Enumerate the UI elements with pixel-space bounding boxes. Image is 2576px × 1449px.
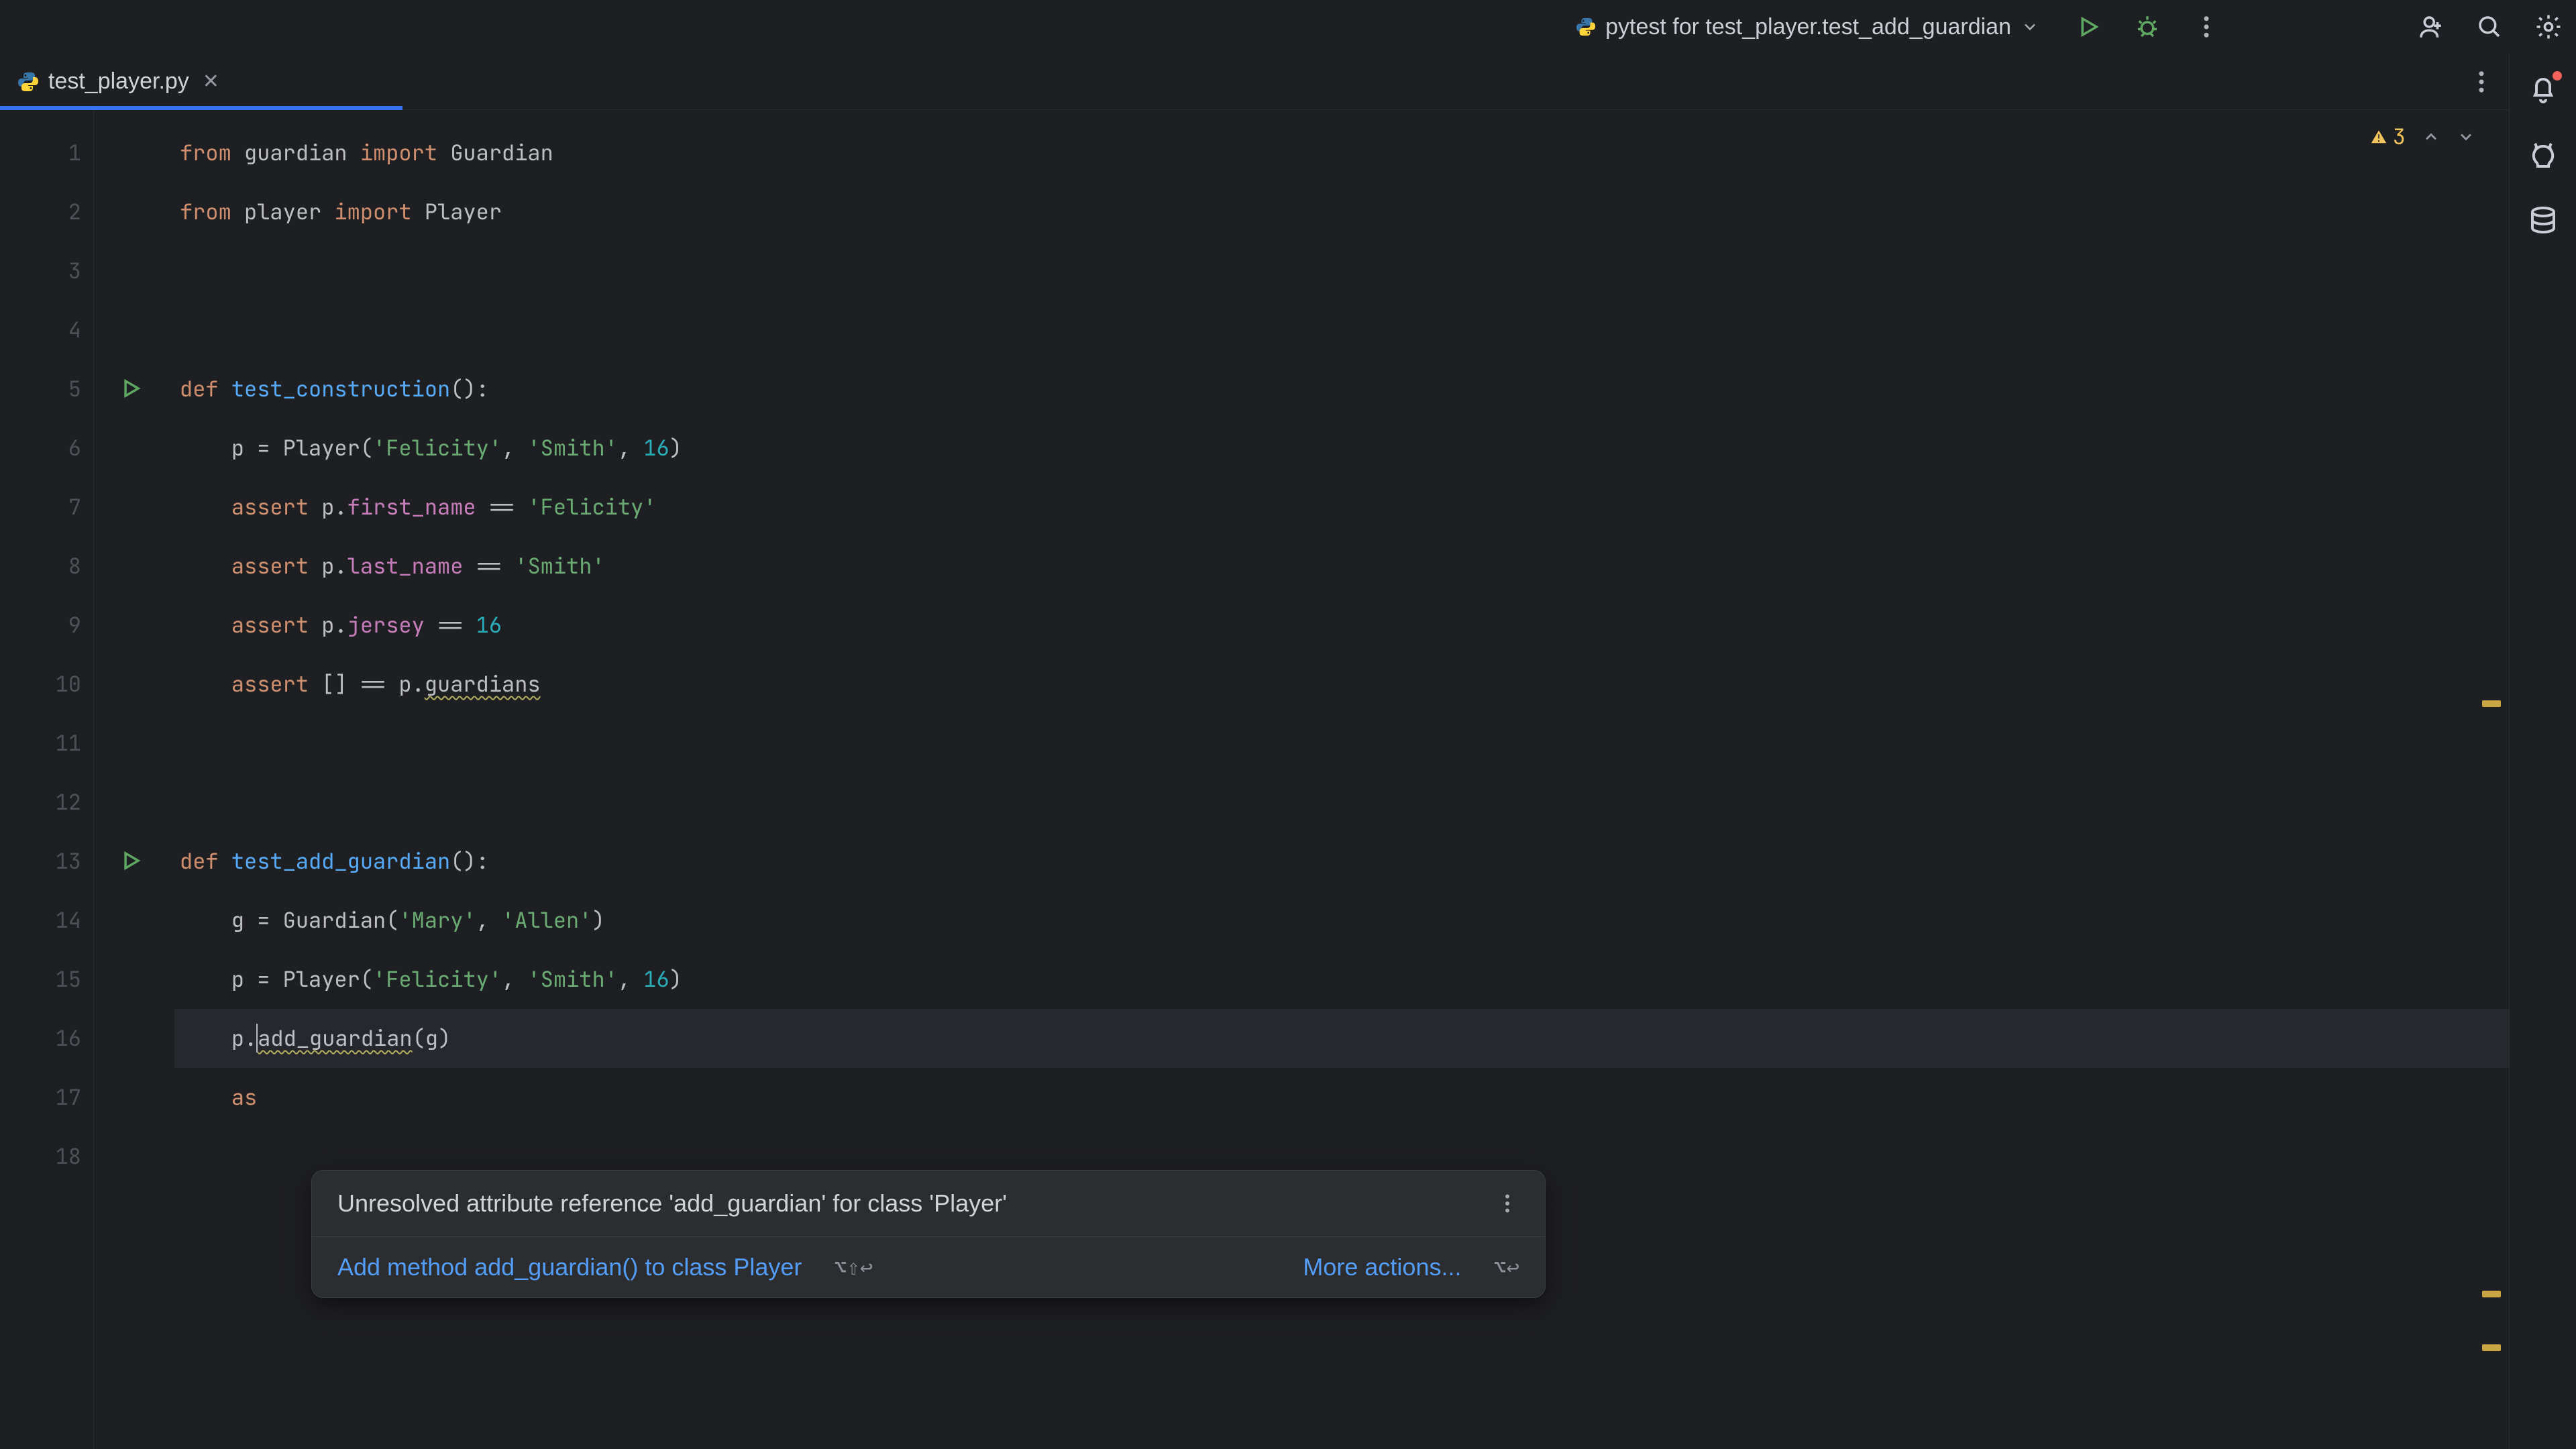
line-number: 6 xyxy=(0,419,81,478)
code-line[interactable] xyxy=(174,714,2509,773)
code-line[interactable]: def test_construction(): xyxy=(174,360,2509,419)
code-line[interactable] xyxy=(174,241,2509,301)
code-line[interactable]: assert p.jersey == 16 xyxy=(174,596,2509,655)
code-line[interactable]: assert p.first_name == 'Felicity' xyxy=(174,478,2509,537)
line-number-gutter: 123456789101112131415161718 xyxy=(0,110,94,1449)
line-number: 18 xyxy=(0,1127,81,1186)
tab-close-icon[interactable]: ✕ xyxy=(203,70,219,93)
warning-icon: 3 xyxy=(2369,122,2406,151)
line-number: 13 xyxy=(0,832,81,891)
inspection-message: Unresolved attribute reference 'add_guar… xyxy=(337,1189,1007,1218)
tab-more-icon[interactable] xyxy=(2467,68,2496,96)
line-number: 7 xyxy=(0,478,81,537)
main-toolbar: pytest for test_player.test_add_guardian xyxy=(0,0,2576,54)
error-stripe[interactable] xyxy=(2485,110,2501,1449)
line-number: 12 xyxy=(0,773,81,832)
run-configuration-selector[interactable]: pytest for test_player.test_add_guardian xyxy=(1565,10,2050,44)
popup-more-icon[interactable] xyxy=(1495,1191,1519,1216)
code-line[interactable]: as xyxy=(174,1068,2509,1127)
debug-button[interactable] xyxy=(2133,13,2161,41)
line-number: 4 xyxy=(0,301,81,360)
quick-fix-add-method[interactable]: Add method add_guardian() to class Playe… xyxy=(337,1253,802,1281)
tab-filename: test_player.py xyxy=(48,68,189,95)
line-number: 1 xyxy=(0,123,81,182)
settings-icon[interactable] xyxy=(2534,13,2563,41)
python-icon xyxy=(1576,17,1596,37)
code-line[interactable]: p.add_guardian(g) xyxy=(174,1009,2509,1068)
line-number: 15 xyxy=(0,950,81,1009)
code-line[interactable]: g = Guardian('Mary', 'Allen') xyxy=(174,891,2509,950)
code-line[interactable]: p = Player('Felicity', 'Smith', 16) xyxy=(174,419,2509,478)
warning-marker[interactable] xyxy=(2482,700,2501,707)
toolbar-actions xyxy=(2074,13,2563,41)
run-test-gutter-icon[interactable] xyxy=(118,376,144,401)
file-tab[interactable]: test_player.py ✕ xyxy=(0,54,237,109)
inspection-widget[interactable]: 3 xyxy=(2369,122,2475,151)
code-line[interactable] xyxy=(174,301,2509,360)
code-line[interactable]: p = Player('Felicity', 'Smith', 16) xyxy=(174,950,2509,1009)
line-number: 2 xyxy=(0,182,81,241)
line-number: 9 xyxy=(0,596,81,655)
run-configuration-label: pytest for test_player.test_add_guardian xyxy=(1605,14,2011,40)
warning-marker[interactable] xyxy=(2482,1291,2501,1297)
run-test-gutter-icon[interactable] xyxy=(118,848,144,873)
notification-dot xyxy=(2553,71,2562,80)
database-icon[interactable] xyxy=(2527,205,2559,237)
code-with-me-icon[interactable] xyxy=(2416,13,2445,41)
line-number: 14 xyxy=(0,891,81,950)
run-button[interactable] xyxy=(2074,13,2102,41)
line-number: 3 xyxy=(0,241,81,301)
warning-count: 3 xyxy=(2393,122,2406,151)
code-line[interactable]: assert [] == p.guardians xyxy=(174,655,2509,714)
line-number: 17 xyxy=(0,1068,81,1127)
prev-highlight-icon[interactable] xyxy=(2422,127,2440,146)
ai-assistant-icon[interactable] xyxy=(2527,140,2559,172)
line-number: 10 xyxy=(0,655,81,714)
line-number: 5 xyxy=(0,360,81,419)
code-line[interactable] xyxy=(174,773,2509,832)
line-number: 11 xyxy=(0,714,81,773)
code-line[interactable]: from player import Player xyxy=(174,182,2509,241)
line-number: 16 xyxy=(0,1009,81,1068)
inspection-popup: Unresolved attribute reference 'add_guar… xyxy=(311,1170,1546,1298)
notifications-icon[interactable] xyxy=(2527,74,2559,106)
more-actions-link[interactable]: More actions... xyxy=(1303,1253,1461,1281)
run-gutter xyxy=(94,110,174,1449)
right-tool-rail xyxy=(2509,54,2576,1449)
more-shortcut: ⌥↩ xyxy=(1493,1254,1519,1280)
more-actions-icon[interactable] xyxy=(2192,13,2220,41)
fix-shortcut: ⌥⇧↩ xyxy=(834,1254,873,1280)
search-everywhere-icon[interactable] xyxy=(2475,13,2504,41)
warning-marker[interactable] xyxy=(2482,1344,2501,1351)
chevron-down-icon xyxy=(2021,17,2039,36)
next-highlight-icon[interactable] xyxy=(2457,127,2475,146)
editor-tabs: test_player.py ✕ xyxy=(0,54,2509,110)
line-number: 8 xyxy=(0,537,81,596)
code-line[interactable]: assert p.last_name == 'Smith' xyxy=(174,537,2509,596)
code-line[interactable]: def test_add_guardian(): xyxy=(174,832,2509,891)
code-line[interactable]: from guardian import Guardian xyxy=(174,123,2509,182)
python-file-icon xyxy=(17,71,39,93)
